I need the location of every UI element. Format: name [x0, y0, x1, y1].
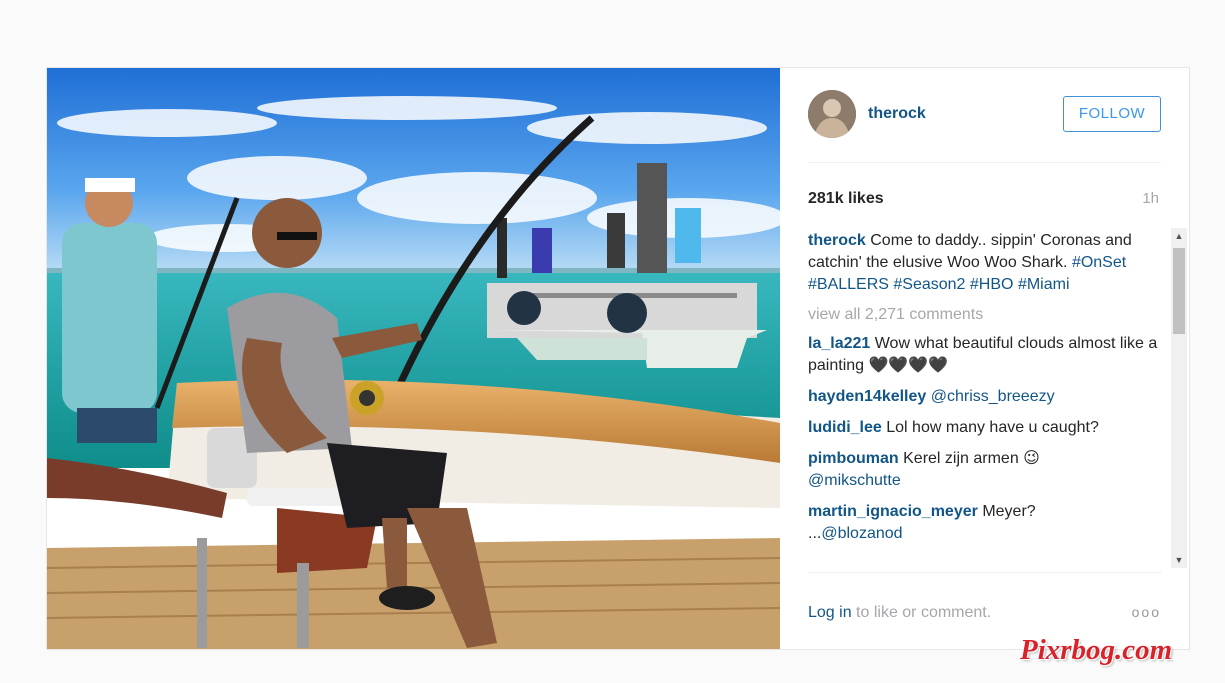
comment-username[interactable]: ludidi_lee	[808, 419, 882, 436]
avatar-image	[808, 90, 856, 138]
comment-item: hayden14kelley @chriss_breeezy	[808, 386, 1164, 408]
post-photo[interactable]	[47, 68, 780, 649]
follow-button[interactable]: FOLLOW	[1063, 96, 1161, 132]
login-prompt-text: to like or comment.	[851, 604, 992, 621]
scroll-thumb[interactable]	[1173, 248, 1185, 334]
comment-item: ludidi_lee Lol how many have u caught?	[808, 417, 1164, 439]
likes-count[interactable]: 281k likes	[808, 190, 884, 208]
post-photo-illustration	[47, 68, 780, 649]
caption: therock Come to daddy.. sippin' Coronas …	[808, 230, 1164, 296]
post-header: therock FOLLOW	[808, 90, 1161, 163]
comment-username[interactable]: hayden14kelley	[808, 388, 926, 405]
avatar[interactable]	[808, 90, 856, 138]
comments-scrollbar[interactable]: ▲ ▼	[1171, 228, 1187, 568]
comments-list: therock Come to daddy.. sippin' Coronas …	[808, 230, 1164, 568]
hashtag-link[interactable]: #Season2	[893, 276, 965, 293]
view-all-comments-link[interactable]: view all 2,271 comments	[808, 304, 1164, 326]
comment-text: Lol how many have u caught?	[886, 419, 1099, 436]
comment-mention[interactable]: @chriss_breeezy	[931, 388, 1055, 405]
caption-username[interactable]: therock	[808, 232, 866, 249]
comment-item: pimbouman Kerel zijn armen 😉 @mikschutte	[808, 448, 1164, 492]
comment-item: martin_ignacio_meyer Meyer? ...@blozanod	[808, 501, 1164, 545]
comment-mention[interactable]: @blozanod	[821, 525, 902, 542]
comment-mention[interactable]: @mikschutte	[808, 472, 901, 489]
hashtag-link[interactable]: #OnSet	[1072, 254, 1126, 271]
comment-username[interactable]: pimbouman	[808, 450, 899, 467]
login-link[interactable]: Log in	[808, 604, 852, 621]
hashtag-link[interactable]: #Miami	[1018, 276, 1070, 293]
hashtag-link[interactable]: #HBO	[970, 276, 1014, 293]
comment-mention-prefix: ...	[808, 525, 822, 542]
post-time[interactable]: 1h	[1142, 190, 1159, 207]
username-link[interactable]: therock	[868, 105, 926, 123]
comment-text: Kerel zijn armen 😉	[903, 450, 1040, 467]
hashtag-link[interactable]: #BALLERS	[808, 276, 889, 293]
comment-item: la_la221 Wow what beautiful clouds almos…	[808, 333, 1164, 377]
watermark: Pixrbog.com	[1020, 634, 1173, 666]
post-sidebar: therock FOLLOW 281k likes 1h therock Com…	[780, 68, 1189, 649]
comment-text: Meyer?	[982, 503, 1036, 520]
scroll-down-arrow-icon[interactable]: ▼	[1171, 552, 1187, 568]
comment-username[interactable]: martin_ignacio_meyer	[808, 503, 978, 520]
comment-username[interactable]: la_la221	[808, 335, 870, 352]
scroll-up-arrow-icon[interactable]: ▲	[1171, 228, 1187, 244]
instagram-post-card: therock FOLLOW 281k likes 1h therock Com…	[46, 67, 1190, 650]
login-prompt: Log in to like or comment.	[808, 604, 991, 622]
more-options-icon[interactable]: ooo	[1132, 604, 1161, 620]
